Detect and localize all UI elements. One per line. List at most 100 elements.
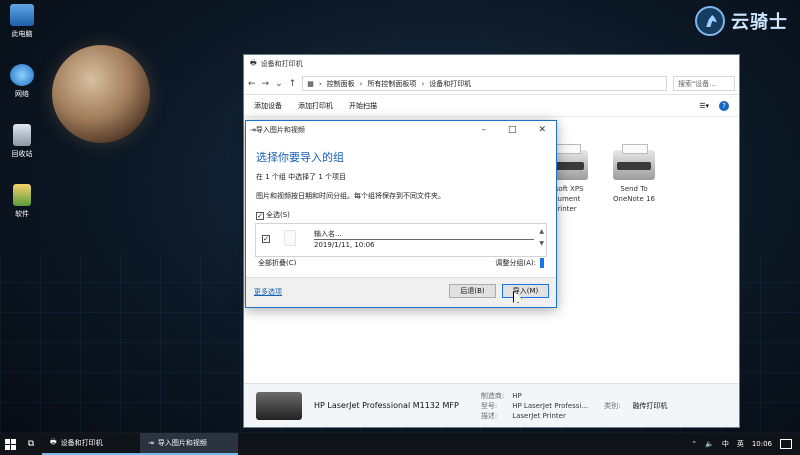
- grouping-description: 图片和视频按日期和时间分组。每个组将保存到不同文件夹。: [256, 192, 445, 200]
- search-input[interactable]: 搜索"设备...: [673, 76, 735, 91]
- desktop-icon-this-pc[interactable]: 此电脑: [4, 4, 40, 39]
- minimize-icon[interactable]: –: [481, 125, 486, 135]
- scroll-up-icon[interactable]: ▲: [539, 226, 544, 238]
- dialog-heading: 选择你要导入的组: [256, 151, 344, 164]
- dialog-title: 导入图片和视频: [255, 126, 305, 134]
- details-row: 制造商: HP: [477, 391, 592, 401]
- details-value: HP: [512, 391, 522, 400]
- chevron-down-icon[interactable]: ⌄: [275, 79, 283, 89]
- breadcrumb-item[interactable]: 所有控制面板项: [367, 79, 416, 89]
- language-indicator[interactable]: 英: [737, 439, 744, 449]
- breadcrumb-sep-icon: ›: [421, 79, 425, 88]
- start-button[interactable]: [0, 438, 20, 450]
- window-title: 设备和打印机: [260, 60, 303, 68]
- desktop-icon-recycle-bin[interactable]: 回收站: [4, 124, 40, 159]
- address-bar[interactable]: ▦ › 控制面板 › 所有控制面板项 › 设备和打印机: [302, 76, 667, 91]
- category-key: 类别:: [604, 401, 621, 410]
- printer-label: Send To: [620, 185, 648, 193]
- dialog-footer: 更多选项 后退(B) 导入(M): [246, 277, 556, 307]
- close-icon[interactable]: ✕: [538, 125, 546, 135]
- group-options-row: 全部折叠(C) 调整分组(A):: [258, 258, 544, 268]
- details-row: 型号: HP LaserJet Professi...: [477, 401, 592, 411]
- printer-onenote[interactable]: Send To OneNote 16: [599, 144, 669, 204]
- maximize-icon[interactable]: □: [508, 125, 517, 135]
- taskbar-app-import[interactable]: ⇥ 导入图片和视频: [140, 433, 238, 455]
- details-key: 描述:: [480, 411, 498, 420]
- group-name-input[interactable]: 输入名...: [314, 229, 534, 240]
- desktop-icon-network[interactable]: 网络: [4, 64, 40, 99]
- window-titlebar: 🖶 设备和打印机: [244, 55, 739, 73]
- scroll-down-icon[interactable]: ▼: [539, 238, 544, 250]
- printer-label: OneNote 16: [613, 195, 655, 203]
- brand-name: 云骑士: [731, 12, 788, 33]
- details-pane: HP LaserJet Professional M1132 MFP 制造商: …: [244, 383, 739, 427]
- adjust-groups: 调整分组(A):: [495, 258, 544, 268]
- printer-small-icon: 🖶: [50, 437, 57, 446]
- start-scan-button[interactable]: 开始扫描: [349, 101, 377, 111]
- back-arrow-icon[interactable]: ←: [248, 79, 256, 89]
- scrollbar[interactable]: ▲ ▼: [539, 226, 544, 250]
- breadcrumb-item[interactable]: 控制面板: [327, 79, 355, 89]
- recycle-bin-icon: [13, 124, 31, 146]
- group-date: 2019/1/11, 10:06: [314, 241, 375, 249]
- chevron-up-icon[interactable]: ⌃: [691, 440, 697, 448]
- import-dialog: ⇥ 导入图片和视频 – □ ✕ 选择你要导入的组 在 1 个组 中选择了 1 个…: [245, 120, 557, 308]
- desktop-icon-label: 网络: [15, 90, 29, 98]
- navigation-bar: ← → ⌄ ↑ ▦ › 控制面板 › 所有控制面板项 › 设备和打印机 搜索"设…: [244, 73, 739, 95]
- taskbar-app-devices[interactable]: 🖶 设备和打印机: [42, 433, 140, 455]
- adjust-groups-slider[interactable]: [540, 258, 544, 268]
- volume-icon[interactable]: 🔈: [705, 440, 714, 448]
- details-key: 型号:: [480, 401, 498, 410]
- software-folder-icon: [13, 184, 31, 206]
- dialog-titlebar: ⇥ 导入图片和视频 – □ ✕: [246, 121, 556, 139]
- details-row: 描述: LaserJet Printer: [477, 411, 592, 421]
- desktop-icon-software[interactable]: 软件: [4, 184, 40, 219]
- details-value: LaserJet Printer: [512, 411, 566, 420]
- printer-model: HP LaserJet Professional M1132 MFP: [314, 401, 459, 410]
- up-arrow-icon[interactable]: ↑: [289, 79, 297, 89]
- notification-icon[interactable]: [780, 439, 792, 449]
- selection-summary: 在 1 个组 中选择了 1 个项目: [256, 173, 347, 181]
- details-table: 制造商: HP 型号: HP LaserJet Professi... 描述: …: [477, 391, 592, 421]
- taskbar: ⧉ 🖶 设备和打印机 ⇥ 导入图片和视频 ⌃ 🔈 中 英 10:06: [0, 433, 800, 455]
- desktop-icon-label: 此电脑: [11, 30, 33, 38]
- collapse-all-link[interactable]: 全部折叠(C): [258, 258, 296, 268]
- clock[interactable]: 10:06: [752, 440, 772, 448]
- details-key: 制造商:: [480, 391, 505, 400]
- wallpaper-planet: [52, 45, 150, 143]
- ime-indicator[interactable]: 中: [722, 439, 729, 449]
- control-panel-icon: ▦: [307, 79, 314, 88]
- more-options-link[interactable]: 更多选项: [254, 287, 282, 297]
- help-icon[interactable]: ?: [719, 100, 729, 111]
- computer-icon: [10, 4, 34, 26]
- command-bar: 添加设备 添加打印机 开始扫描 ☰▾ ?: [244, 95, 739, 117]
- mfp-printer-icon: [256, 391, 302, 420]
- select-all-label: 全选(S): [266, 211, 290, 219]
- photo-thumbnail-icon: [284, 230, 296, 246]
- details-value: HP LaserJet Professi...: [512, 401, 589, 410]
- system-tray: ⌃ 🔈 中 英 10:06: [691, 439, 800, 449]
- select-all-checkbox[interactable]: ✓ 全选(S): [256, 210, 290, 220]
- category-value: 融传打印机: [632, 401, 668, 410]
- add-printer-button[interactable]: 添加打印机: [298, 101, 333, 111]
- network-icon: [10, 64, 34, 86]
- back-button[interactable]: 后退(B): [449, 284, 496, 298]
- brand-logo: 云骑士: [695, 6, 788, 36]
- breadcrumb-sep-icon: ›: [318, 79, 322, 88]
- add-device-button[interactable]: 添加设备: [254, 101, 282, 111]
- windows-logo-icon: [4, 438, 16, 450]
- group-checkbox[interactable]: ✓: [262, 235, 270, 243]
- breadcrumb-item[interactable]: 设备和打印机: [429, 79, 471, 89]
- task-view-icon[interactable]: ⧉: [20, 439, 42, 449]
- desktop-icon-label: 回收站: [11, 150, 33, 158]
- import-icon: ⇥: [148, 439, 154, 447]
- adjust-groups-label: 调整分组(A):: [495, 259, 536, 267]
- taskbar-app-label: 导入图片和视频: [157, 439, 207, 447]
- import-button[interactable]: 导入(M): [502, 284, 549, 298]
- printer-icon: [613, 144, 655, 180]
- checkbox-checked-icon: ✓: [256, 212, 264, 220]
- import-group[interactable]: ✓ 输入名... 2019/1/11, 10:06 ▲ ▼: [255, 223, 547, 257]
- taskbar-app-label: 设备和打印机: [60, 439, 103, 447]
- view-options-icon[interactable]: ☰▾: [699, 102, 709, 110]
- forward-arrow-icon[interactable]: →: [262, 79, 270, 89]
